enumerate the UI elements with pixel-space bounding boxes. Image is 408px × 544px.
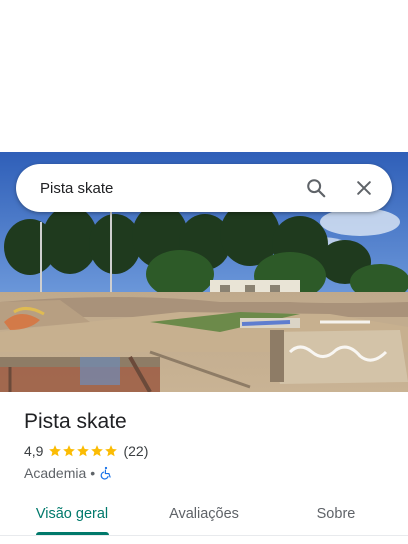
rating-value: 4,9	[24, 443, 44, 459]
tabs-divider	[0, 535, 408, 536]
star-icon	[91, 445, 104, 457]
star-icon	[105, 445, 118, 457]
map-blank-area	[0, 0, 408, 152]
review-count[interactable]: (22)	[123, 443, 148, 459]
star-icon	[63, 445, 76, 457]
search-icon[interactable]	[294, 166, 338, 210]
place-info: Pista skate 4,9 (22) Academia •	[24, 408, 394, 482]
wheelchair-icon	[100, 466, 111, 480]
place-title: Pista skate	[24, 410, 127, 433]
rating-row[interactable]: 4,9 (22)	[24, 442, 394, 460]
star-icon	[77, 445, 90, 457]
place-category: Academia	[24, 465, 87, 481]
tab-reviews[interactable]: Avaliações	[144, 494, 264, 534]
star-icon	[49, 445, 62, 457]
close-icon[interactable]	[342, 166, 386, 210]
search-input[interactable]	[16, 164, 294, 212]
search-bar[interactable]	[16, 164, 392, 212]
separator-dot: •	[90, 465, 96, 481]
category-row: Academia •	[24, 464, 394, 482]
tab-overview[interactable]: Visão geral	[0, 494, 144, 534]
tab-about[interactable]: Sobre	[264, 494, 408, 534]
star-rating	[48, 444, 118, 458]
